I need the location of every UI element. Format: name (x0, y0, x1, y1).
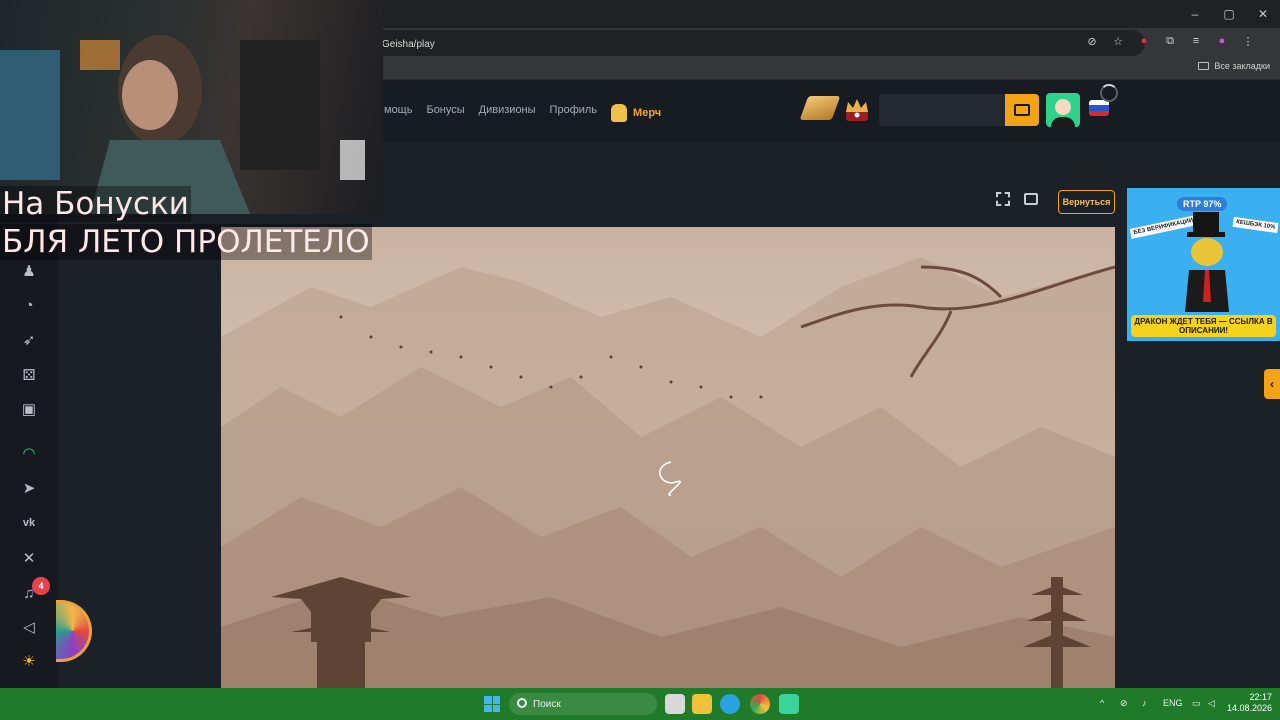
app-icon[interactable] (779, 694, 799, 714)
menu-icon[interactable]: ⋮ (1240, 33, 1256, 49)
overlay-line-1: На Бонуски (0, 186, 191, 222)
gift-icon[interactable]: ▣ (20, 400, 38, 418)
headset-icon[interactable]: ◠ (20, 444, 38, 462)
monitor-icon[interactable]: ▭ (1192, 698, 1201, 709)
star-icon[interactable]: ☆ (1110, 33, 1126, 49)
mic-icon[interactable]: ♪ (1142, 698, 1147, 708)
volume-icon[interactable]: ◁ (20, 618, 38, 636)
taskbar-search[interactable]: Поиск (509, 693, 657, 715)
telegram-icon[interactable]: ➤ (20, 479, 38, 497)
window-controls: – ▢ ✕ (1178, 0, 1280, 28)
wallet-button[interactable] (1005, 94, 1039, 126)
fullscreen-icon[interactable] (996, 192, 1010, 206)
clock[interactable]: 22:17 14.08.2026 (1226, 692, 1272, 714)
mute-icon[interactable]: ⊘ (1084, 33, 1100, 49)
game-canvas[interactable] (221, 227, 1115, 688)
user-icon[interactable]: ♟ (20, 262, 38, 280)
promo-banner[interactable]: RTP 97% БЕЗ ВЕРИФИКАЦИИ КЕШБЭК 10% ДРАКО… (1127, 188, 1280, 341)
promo-rtp: RTP 97% (1177, 197, 1228, 211)
avatar-body (1051, 117, 1075, 127)
merch-label: Мерч (633, 107, 662, 119)
media-icon[interactable]: ≡ (1188, 33, 1204, 49)
avatar-head (1055, 99, 1071, 115)
rocket-icon[interactable]: ➶ (20, 331, 38, 349)
theater-mode-icon[interactable] (1024, 193, 1038, 205)
language-indicator[interactable]: ENG (1163, 698, 1183, 708)
sun-icon[interactable]: ☀ (20, 652, 38, 670)
file-explorer-icon[interactable] (692, 694, 712, 714)
dragon-mascot-icon (1185, 212, 1229, 312)
browser-toolbar-icons: ⊘ ☆ ● ⧉ ≡ ● ⋮ (1084, 33, 1256, 49)
nav-item-bonuses[interactable]: Бонусы (426, 104, 464, 122)
telegram-app-icon[interactable] (720, 694, 740, 714)
timer-icon[interactable]: ◔ (20, 296, 38, 314)
nav-item-help[interactable]: мощь (384, 104, 412, 122)
search-icon (517, 698, 527, 708)
collapse-panel-button[interactable]: ‹ (1264, 369, 1280, 399)
nav-item-merch[interactable]: Мерч (611, 104, 661, 122)
streamer-camera-image (0, 35, 365, 214)
network-muted-icon[interactable]: ⊘ (1120, 698, 1128, 709)
maximize-button[interactable]: ▢ (1212, 0, 1246, 28)
wallet-icon (1014, 104, 1030, 116)
all-bookmarks-button[interactable]: Все закладки (1198, 61, 1270, 71)
all-bookmarks-label: Все закладки (1214, 61, 1270, 71)
clock-date: 14.08.2026 (1226, 703, 1272, 713)
close-window-button[interactable]: ✕ (1246, 0, 1280, 28)
notification-badge: 4 (32, 577, 50, 595)
promo-cta: ДРАКОН ЖДЕТ ТЕБЯ — ССЫЛКА В ОПИСАНИИ! (1131, 315, 1276, 337)
task-view-icon[interactable] (665, 694, 685, 714)
tray-chevron-icon[interactable]: ^ (1100, 698, 1104, 708)
search-placeholder: Поиск (533, 698, 561, 710)
chrome-icon[interactable] (750, 694, 770, 714)
nav-item-divisions[interactable]: Дивизионы (479, 104, 536, 122)
loading-spinner-icon (1100, 84, 1118, 102)
mountain-landscape (221, 227, 1115, 688)
nav-item-profile[interactable]: Профиль (550, 104, 598, 122)
url-text[interactable]: Geisha/play (382, 39, 435, 50)
profile-icon[interactable]: ● (1214, 33, 1230, 49)
overlay-line-2: БЛЯ ЛЕТО ПРОЛЕТЕЛО (0, 224, 372, 260)
speaker-icon[interactable]: ◁ (1208, 698, 1215, 709)
promo-cashback: КЕШБЭК 10% (1232, 216, 1279, 234)
main-nav: мощь Бонусы Дивизионы Профиль Мерч (384, 104, 661, 122)
crown-icon[interactable] (842, 94, 872, 124)
clock-time: 22:17 (1249, 692, 1272, 702)
puzzle-icon[interactable]: ⧉ (1162, 33, 1178, 49)
avatar[interactable] (1046, 93, 1080, 127)
game-toolbar (996, 192, 1038, 206)
vk-icon[interactable]: vk (20, 514, 38, 532)
windows-start-icon[interactable] (484, 696, 500, 712)
minimize-button[interactable]: – (1178, 0, 1212, 28)
balance-field[interactable] (879, 94, 1005, 126)
folder-icon (1198, 62, 1210, 70)
extension-red-icon[interactable]: ● (1136, 33, 1152, 49)
x-icon[interactable]: ✕ (20, 549, 38, 567)
webcam-overlay (0, 0, 383, 214)
return-button[interactable]: Вернуться (1058, 190, 1115, 214)
dice-icon[interactable]: ⚄ (20, 366, 38, 384)
screen: – ▢ ✕ Geisha/play ⊘ ☆ ● ⧉ ≡ ● ⋮ Все закл… (0, 0, 1280, 720)
hoodie-icon (611, 104, 628, 122)
russia-flag-icon[interactable] (1089, 100, 1109, 116)
